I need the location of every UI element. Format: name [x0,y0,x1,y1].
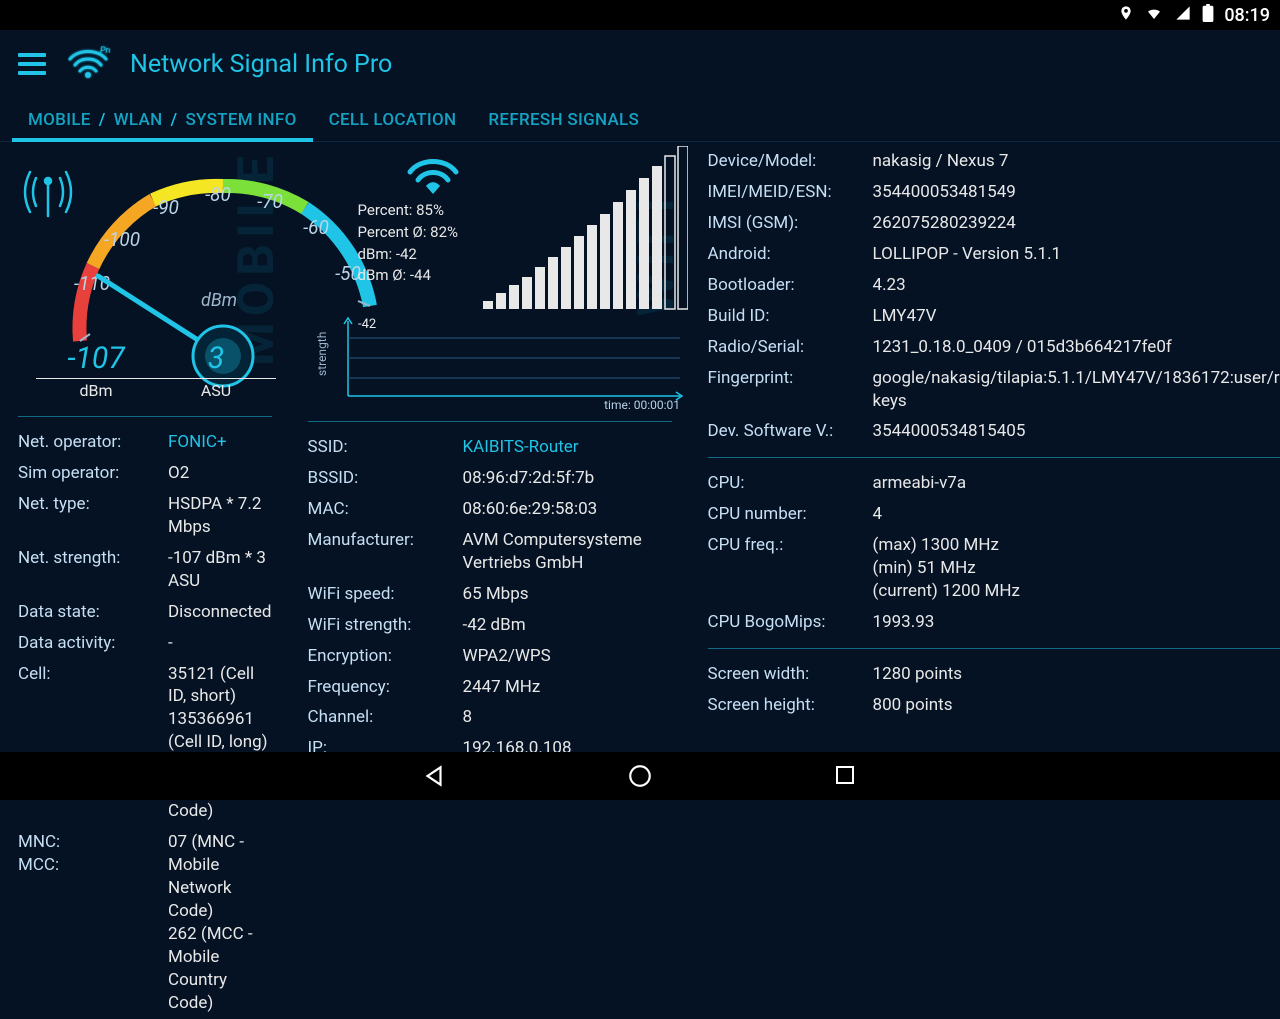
dbm-readout: -107 dBm [36,341,156,400]
location-icon [1118,4,1134,27]
row-radio: Radio/Serial:1231_0.18.0_0409 / 015d3b66… [708,332,1280,363]
android-nav-bar [0,752,1280,800]
svg-text:Pro: Pro [100,46,110,56]
row-cpu-freq: CPU freq.:(max) 1300 MHz (min) 51 MHz (c… [708,530,1280,607]
row-net-operator: Net. operator:FONIC+ [18,427,272,458]
row-wifi-speed: WiFi speed:65 Mbps [308,579,672,610]
row-frequency: Frequency:2447 MHz [308,672,672,703]
svg-text:-70: -70 [257,190,283,213]
row-screen-width: Screen width:1280 points [708,659,1280,690]
tab-refresh-signals[interactable]: REFRESH SIGNALS [472,98,655,141]
row-android: Android:LOLLIPOP - Version 5.1.1 [708,239,1280,270]
app-logo-icon: Pro [66,45,110,84]
main-content: MOBILE -110 -100 [0,142,1280,752]
row-data-activity: Data activity:- [18,628,272,659]
system-info-column: SYSTEM INFO Device/Model:nakasig / Nexus… [690,142,1280,752]
row-manufacturer: Manufacturer:AVM Computersysteme Vertrie… [308,525,672,579]
wifi-stats-text: Percent: 85% Percent Ø: 82% dBm: -42 dBm… [358,200,459,287]
row-net-strength: Net. strength:-107 dBm * 3 ASU [18,543,272,597]
app-bar: Pro Network Signal Info Pro [0,30,1280,98]
divider [18,416,272,417]
gauge-unit-label: dBm [201,290,237,311]
tab-bar: MOBILE/ WLAN/ SYSTEM INFO CELL LOCATION … [0,98,1280,142]
row-mnc-mcc: MNC: MCC:07 (MNC - Mobile Network Code) … [18,827,272,1019]
recent-apps-button[interactable] [833,763,859,789]
svg-text:strength: strength [315,332,329,376]
menu-button[interactable] [18,53,46,75]
row-mac: MAC:08:60:6e:29:58:03 [308,494,672,525]
row-ssid: SSID:KAIBITS-Router [308,432,672,463]
row-cell: Cell:35121 (Cell ID, short) 135366961 (C… [18,659,272,828]
row-bogomips: CPU BogoMips:1993.93 [708,607,1280,638]
tab-cell-location[interactable]: CELL LOCATION [313,98,473,141]
divider [308,421,672,422]
android-status-bar: 08:19 [0,0,1280,30]
row-device: Device/Model:nakasig / Nexus 7 [708,146,1280,177]
back-button[interactable] [421,763,447,789]
divider [708,457,1280,458]
svg-text:-100: -100 [104,228,140,251]
svg-text:-110: -110 [74,272,110,295]
row-imsi: IMSI (GSM):262075280239224 [708,208,1280,239]
svg-text:time: 00:00:01: time: 00:00:01 [604,398,680,411]
row-buildid: Build ID:LMY47V [708,301,1280,332]
wifi-strength-panel: Percent: 85% Percent Ø: 82% dBm: -42 dBm… [308,146,672,316]
svg-text:-90: -90 [153,196,179,219]
svg-text:-80: -80 [205,183,231,206]
row-imei: IMEI/MEID/ESN:354400053481549 [708,177,1280,208]
row-bootloader: Bootloader:4.23 [708,270,1280,301]
row-fingerprint: Fingerprint:google/nakasig/tilapia:5.1.1… [708,363,1280,417]
row-cpu: CPU:armeabi-v7a [708,468,1280,499]
wifi-strength-graph: -42 strength time: 00:00:01 [308,316,672,411]
row-wifi-strength: WiFi strength:-42 dBm [308,610,672,641]
signal-gauge: -110 -100 -90 -80 -70 -60 -50 [18,146,272,406]
row-screen-height: Screen height:800 points [708,690,1280,721]
wifi-icon [1144,5,1164,26]
graph-current-value: -42 [358,317,376,332]
row-encryption: Encryption:WPA2/WPS [308,641,672,672]
mobile-column: MOBILE -110 -100 [0,142,290,752]
row-channel: Channel:8 [308,702,672,733]
wifi-column: WIFI [290,142,690,752]
row-sim-operator: Sim operator:O2 [18,458,272,489]
row-net-type: Net. type:HSDPA * 7.2 Mbps [18,489,272,543]
asu-readout: 3 ASU [156,341,276,400]
app-title: Network Signal Info Pro [130,50,392,79]
battery-icon [1202,4,1214,27]
row-cpu-number: CPU number:4 [708,499,1280,530]
tab-mobile-wlan-sysinfo[interactable]: MOBILE/ WLAN/ SYSTEM INFO [12,98,313,141]
home-button[interactable] [627,763,653,789]
cell-signal-icon [1174,5,1192,26]
row-devsw: Dev. Software V.:3544000534815405 [708,416,1280,447]
row-data-state: Data state:Disconnected [18,597,272,628]
row-bssid: BSSID:08:96:d7:2d:5f:7b [308,463,672,494]
status-time: 08:19 [1224,5,1270,26]
divider [708,648,1280,649]
